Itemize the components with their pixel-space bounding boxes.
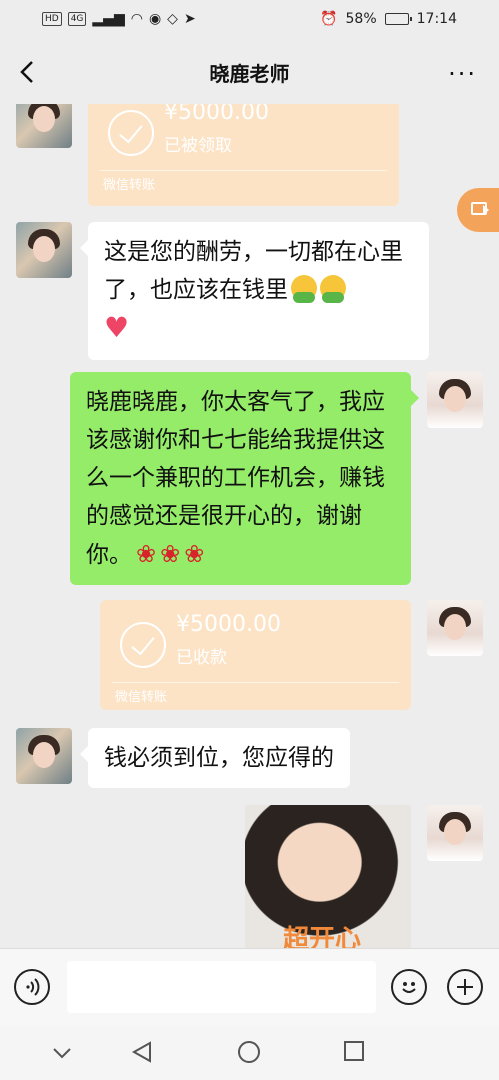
rose-emoji-icon: ❀ — [160, 540, 181, 568]
transfer-label: 微信转账 — [115, 690, 168, 705]
hug-emoji-icon — [291, 275, 317, 303]
rose-emoji-icon: ❀ — [184, 540, 205, 568]
chevron-down-icon[interactable] — [52, 1046, 72, 1060]
sticker-caption: 超开心 — [283, 925, 362, 948]
message-text: 钱必须到位，您应得的 — [104, 745, 334, 771]
transfer-card-received[interactable]: ¥5000.00 已被领取 微信转账 — [88, 104, 399, 206]
shield-icon: ◇ — [167, 11, 178, 27]
message-list[interactable]: ¥5000.00 已被领取 微信转账 这是您的酬劳，一切都在心里了，也应该在钱里… — [0, 104, 499, 948]
back-triangle-icon[interactable] — [130, 1040, 154, 1064]
system-navigation-bar — [0, 1026, 499, 1080]
home-circle-icon[interactable] — [237, 1040, 261, 1064]
signal-icon: ▂▄▆ — [92, 11, 125, 27]
my-avatar[interactable] — [427, 600, 483, 656]
input-bar — [0, 948, 499, 1026]
transfer-divider — [100, 170, 387, 171]
message-bubble-incoming[interactable]: 这是您的酬劳，一切都在心里了，也应该在钱里 ♥ — [80, 222, 429, 360]
alarm-icon: ⏰ — [320, 11, 338, 27]
my-avatar[interactable] — [427, 372, 483, 428]
more-options-icon[interactable]: ··· — [448, 60, 477, 88]
message-input[interactable] — [67, 961, 376, 1013]
location-icon: ➤ — [183, 11, 196, 27]
transfer-status: 已收款 — [176, 648, 227, 668]
transfer-label: 微信转账 — [103, 178, 156, 193]
hd-badge: HD — [42, 12, 62, 26]
status-bar: HD 4G ▂▄▆ ◠ ◉ ◇ ➤ ⏰ 58% 17:14 — [0, 0, 499, 40]
video-call-button[interactable] — [457, 188, 499, 232]
rose-emoji-icon: ❀ — [136, 540, 157, 568]
network-badge: 4G — [67, 12, 87, 26]
message-text: 晓鹿晓鹿，你太客气了，我应该感谢你和七七能给我提供这么一个兼职的工作机会，赚钱的… — [86, 389, 385, 568]
message-text: 这是您的酬劳，一切都在心里了，也应该在钱里 — [104, 239, 403, 303]
chat-title: 晓鹿老师 — [209, 62, 290, 86]
heart-emoji-icon: ♥ — [104, 311, 130, 344]
battery-percent: 58% — [345, 11, 377, 27]
chat-header: 晓鹿老师 ··· — [0, 40, 499, 104]
camera-icon — [471, 202, 489, 215]
plus-icon[interactable] — [447, 969, 483, 1005]
contact-avatar[interactable] — [16, 728, 72, 784]
sticker-image[interactable]: 超开心 — [245, 805, 411, 948]
check-circle-icon — [108, 110, 154, 156]
clock: 17:14 — [416, 11, 457, 27]
transfer-status: 已被领取 — [164, 136, 232, 156]
transfer-amount: ¥5000.00 — [164, 104, 269, 125]
transfer-divider — [112, 682, 399, 683]
contact-avatar[interactable] — [16, 222, 72, 278]
message-bubble-incoming[interactable]: 钱必须到位，您应得的 — [80, 728, 350, 788]
battery-icon — [384, 13, 412, 25]
wifi-icon: ◠ — [130, 11, 143, 27]
voice-input-icon[interactable] — [14, 969, 50, 1005]
eye-icon: ◉ — [148, 11, 162, 27]
hug-emoji-icon — [320, 275, 346, 303]
my-avatar[interactable] — [427, 805, 483, 861]
emoji-icon[interactable] — [391, 969, 427, 1005]
transfer-amount: ¥5000.00 — [176, 612, 281, 637]
check-circle-icon — [120, 622, 166, 668]
contact-avatar[interactable] — [16, 104, 72, 148]
message-bubble-outgoing[interactable]: 晓鹿晓鹿，你太客气了，我应该感谢你和七七能给我提供这么一个兼职的工作机会，赚钱的… — [70, 372, 419, 585]
recents-square-icon[interactable] — [343, 1040, 365, 1062]
transfer-card-accepted[interactable]: ¥5000.00 已收款 微信转账 — [100, 600, 411, 710]
